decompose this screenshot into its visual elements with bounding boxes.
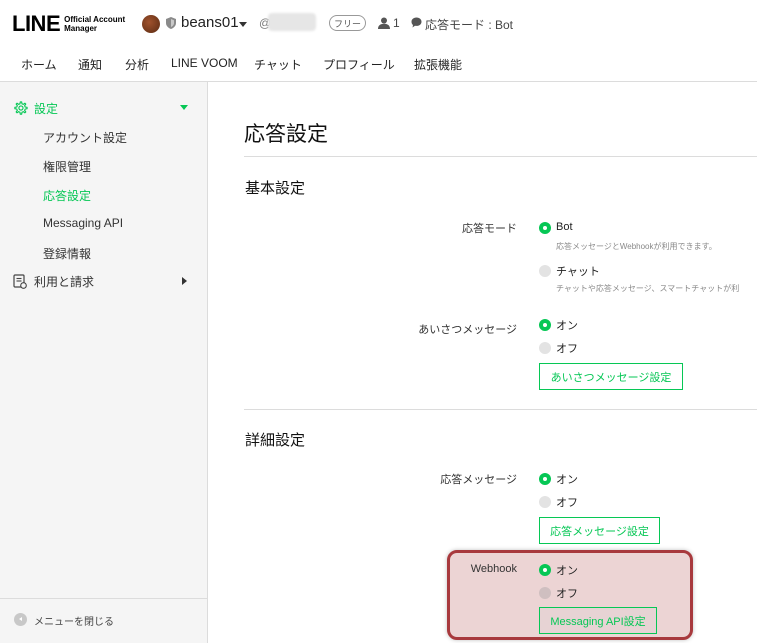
bill-icon	[13, 274, 27, 289]
collapse-menu-icon[interactable]	[14, 613, 27, 626]
divider	[244, 156, 757, 157]
response-mode-bot-help: 応答メッセージとWebhookが利用できます。	[556, 242, 717, 251]
friend-count: 1	[393, 16, 400, 30]
line-oa-logo[interactable]: LINE Official Account Manager	[12, 11, 125, 37]
sidebar-item-billing[interactable]: 利用と請求	[34, 273, 94, 290]
greeting-settings-button[interactable]: あいさつメッセージ設定	[539, 363, 683, 390]
shield-icon	[166, 17, 176, 29]
radio-response-mode-bot[interactable]	[539, 222, 551, 234]
radio-response-mode-chat[interactable]	[539, 265, 551, 277]
page-title: 応答設定	[244, 123, 328, 146]
greeting-message-label: あいさつメッセージ	[418, 324, 517, 336]
radio-auto-reply-off[interactable]	[539, 496, 551, 508]
plan-badge: フリー	[329, 15, 366, 31]
nav-analytics[interactable]: 分析	[125, 56, 149, 73]
greeting-on-label: オン	[556, 320, 578, 332]
webhook-off-label: オフ	[556, 588, 578, 600]
sidebar: 設定 アカウント設定 権限管理 応答設定 Messaging API 登録情報 …	[0, 82, 208, 643]
greeting-off-label: オフ	[556, 343, 578, 355]
nav-home[interactable]: ホーム	[21, 56, 57, 73]
account-avatar[interactable]	[142, 15, 160, 33]
user-icon	[378, 17, 390, 29]
close-menu-link[interactable]: メニューを閉じる	[34, 613, 114, 628]
response-mode-chat-label: チャット	[556, 266, 600, 278]
account-name[interactable]: beans01	[181, 14, 239, 31]
sidebar-divider	[0, 598, 208, 599]
radio-webhook-off[interactable]	[539, 587, 551, 599]
radio-webhook-on[interactable]	[539, 564, 551, 576]
messaging-api-settings-button[interactable]: Messaging API設定	[539, 607, 657, 634]
chevron-right-icon[interactable]	[182, 277, 187, 285]
nav-line-voom[interactable]: LINE VOOM	[171, 56, 238, 70]
logo-sub-line2: Manager	[64, 24, 98, 33]
chevron-down-icon[interactable]	[239, 22, 247, 27]
auto-reply-label: 応答メッセージ	[440, 474, 517, 486]
divider	[244, 409, 757, 410]
gear-icon	[14, 101, 28, 115]
nav-extensions[interactable]: 拡張機能	[414, 56, 462, 73]
sidebar-item-permissions[interactable]: 権限管理	[43, 158, 91, 175]
webhook-on-label: オン	[556, 565, 578, 577]
auto-reply-settings-button[interactable]: 応答メッセージ設定	[539, 517, 660, 544]
response-mode-bot-label: Bot	[556, 221, 573, 233]
account-id-redacted	[268, 13, 316, 31]
auto-reply-off-label: オフ	[556, 497, 578, 509]
chat-mode-status[interactable]: 応答モード : Bot	[425, 16, 513, 33]
chat-bubble-icon	[411, 17, 422, 28]
radio-auto-reply-on[interactable]	[539, 473, 551, 485]
nav-profile[interactable]: プロフィール	[323, 56, 395, 73]
webhook-label: Webhook	[470, 563, 517, 575]
sidebar-item-account-settings[interactable]: アカウント設定	[43, 129, 127, 146]
sidebar-item-response-settings[interactable]: 応答設定	[43, 187, 91, 204]
sidebar-item-registration-info[interactable]: 登録情報	[43, 245, 91, 262]
nav-chat[interactable]: チャット	[254, 56, 302, 73]
main-nav: ホーム 通知 分析 LINE VOOM チャット プロフィール 拡張機能	[0, 46, 757, 82]
sidebar-item-messaging-api[interactable]: Messaging API	[43, 216, 123, 230]
sidebar-item-settings[interactable]: 設定	[34, 100, 58, 117]
auto-reply-on-label: オン	[556, 474, 578, 486]
response-mode-label: 応答モード	[462, 223, 517, 235]
logo-sub-line1: Official Account	[64, 15, 126, 24]
nav-notifications[interactable]: 通知	[78, 56, 102, 73]
radio-greeting-off[interactable]	[539, 342, 551, 354]
logo-text: LINE	[12, 11, 61, 36]
logo-subtext: Official Account Manager	[64, 15, 125, 33]
response-mode-chat-help: チャットや応答メッセージ、スマートチャットが利	[556, 284, 740, 293]
top-bar: LINE Official Account Manager beans01 @9…	[0, 0, 757, 46]
radio-greeting-on[interactable]	[539, 319, 551, 331]
chevron-down-icon[interactable]	[180, 105, 188, 110]
section-title-detail: 詳細設定	[245, 432, 306, 449]
section-title-basic: 基本設定	[245, 180, 306, 197]
